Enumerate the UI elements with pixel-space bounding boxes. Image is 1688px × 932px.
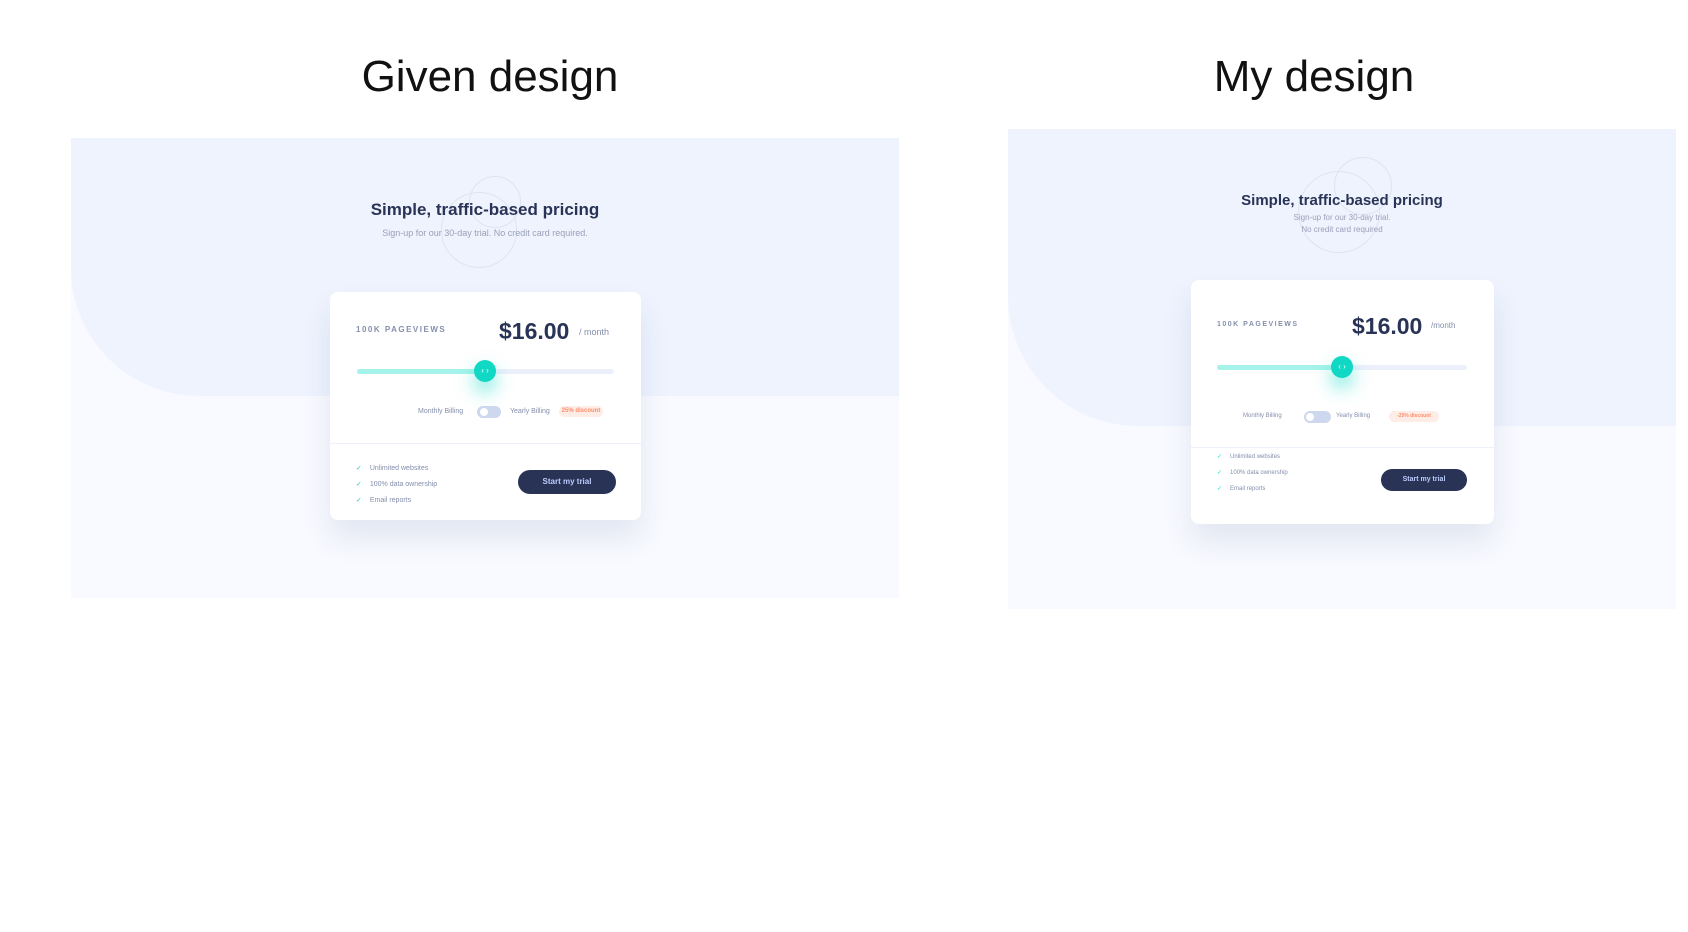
feature-item: ✓ Email reports: [1217, 486, 1266, 492]
card-divider: [330, 443, 641, 444]
pageviews-label: 100K PAGEVIEWS: [1217, 321, 1299, 328]
check-icon: ✓: [1217, 470, 1223, 476]
check-icon: ✓: [1217, 486, 1223, 492]
slider-arrows-icon[interactable]: ‹ ›: [474, 360, 496, 382]
price-amount: $16.00: [499, 318, 570, 344]
feature-item: ✓ 100% data ownership: [1217, 470, 1288, 476]
billing-toggle[interactable]: [1304, 411, 1331, 423]
pageviews-slider-fill: [1217, 365, 1342, 370]
billing-toggle[interactable]: [477, 406, 501, 418]
feature-item: ✓ 100% data ownership: [356, 481, 438, 488]
page-subtitle: Sign-up for our 30-day trial. No credit …: [382, 228, 588, 238]
discount-badge: 25% discount: [559, 406, 603, 417]
monthly-billing-label: Monthly Billing: [418, 408, 464, 415]
pricing-card: 100K PAGEVIEWS $16.00 / month ‹ › Monthl…: [330, 292, 641, 520]
price-period: /month: [1431, 321, 1456, 330]
pricing-card: 100K PAGEVIEWS $16.00 /month ‹ › Monthly…: [1191, 280, 1494, 524]
yearly-billing-label: Yearly Billing: [1336, 413, 1371, 419]
pageviews-slider-fill: [357, 369, 485, 374]
page-title: Simple, traffic-based pricing: [1241, 192, 1443, 209]
start-trial-button[interactable]: Start my trial: [1381, 469, 1467, 491]
check-icon: ✓: [1217, 454, 1223, 460]
feature-item: ✓ Email reports: [356, 497, 412, 504]
pageviews-label: 100K PAGEVIEWS: [356, 325, 447, 334]
my-design-screenshot: Simple, traffic-based pricing Sign-up fo…: [1008, 129, 1676, 609]
check-icon: ✓: [356, 481, 362, 488]
yearly-billing-label: Yearly Billing: [510, 408, 550, 415]
feature-item: ✓ Unlimited websites: [356, 465, 429, 472]
price-period: / month: [579, 327, 610, 337]
given-design-title: Given design: [361, 52, 619, 101]
price-amount: $16.00: [1352, 313, 1423, 339]
check-icon: ✓: [356, 497, 362, 504]
slider-arrows-icon[interactable]: ‹ ›: [1331, 356, 1353, 378]
page-title: Simple, traffic-based pricing: [370, 200, 600, 219]
page-subtitle-line1: Sign-up for our 30-day trial.: [1293, 213, 1391, 222]
toggle-knob: [480, 408, 488, 416]
feature-item: ✓ Unlimited websites: [1217, 454, 1281, 460]
start-trial-button[interactable]: Start my trial: [518, 470, 616, 494]
given-design-screenshot: Simple, traffic-based pricing Sign-up fo…: [71, 138, 899, 598]
toggle-knob: [1306, 413, 1314, 421]
card-divider: [1191, 447, 1494, 448]
page-subtitle-line2: No credit card required: [1301, 225, 1383, 234]
discount-badge: -25% discount: [1389, 411, 1439, 422]
monthly-billing-label: Monthly Billing: [1243, 413, 1282, 419]
my-design-title: My design: [1213, 52, 1415, 101]
check-icon: ✓: [356, 465, 362, 472]
